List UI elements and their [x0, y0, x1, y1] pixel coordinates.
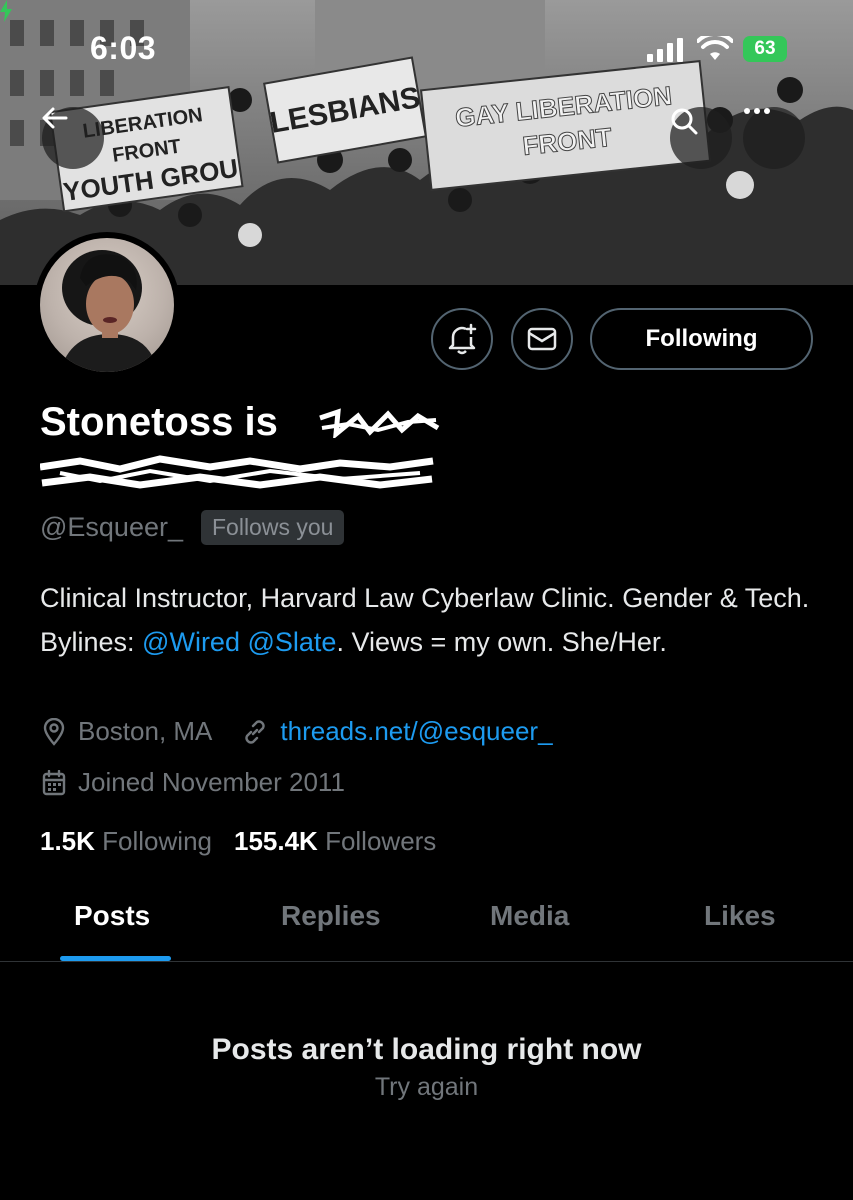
more-options-button[interactable]	[743, 107, 805, 169]
feed-error-title: Posts aren’t loading right now	[211, 1033, 642, 1066]
wifi-icon	[697, 36, 733, 60]
notifications-button[interactable]	[431, 308, 493, 370]
handle-row: @Esqueer_ Follows you	[40, 510, 345, 545]
search-button[interactable]	[670, 107, 732, 169]
redacted-name-scribble	[319, 408, 440, 438]
link-icon	[242, 719, 268, 745]
avatar-photo	[40, 238, 174, 372]
mention-wired-link[interactable]: @Wired	[142, 627, 240, 657]
tab-likes[interactable]: Likes	[704, 900, 776, 932]
tab-replies[interactable]: Replies	[281, 900, 381, 932]
location-text: Boston, MA	[78, 716, 213, 746]
status-time: 6:03	[90, 30, 157, 66]
follow-stats: 1.5K Following 155.4K Followers	[40, 826, 436, 857]
arrow-left-icon	[42, 107, 68, 129]
tab-posts[interactable]: Posts	[74, 900, 150, 932]
try-again-button[interactable]: Try again	[0, 1073, 853, 1102]
avatar[interactable]	[34, 232, 180, 378]
bell-plus-icon	[448, 323, 477, 355]
location-pin-icon	[42, 717, 66, 746]
profile-meta-row: Boston, MA threads.net/@esqueer_	[42, 716, 553, 747]
more-horizontal-icon	[744, 108, 770, 114]
battery-indicator: 63	[743, 36, 787, 62]
followers-label: Followers	[325, 826, 437, 856]
cellular-signal-icon	[647, 38, 683, 62]
following-stat[interactable]: 1.5K Following	[40, 826, 212, 857]
followers-stat[interactable]: 155.4K Followers	[234, 826, 436, 857]
message-button[interactable]	[511, 308, 573, 370]
profile-tabs: Posts Replies Media Likes	[0, 890, 853, 962]
following-label: Following	[102, 826, 212, 856]
bio-text-end: . Views = my own. She/Her.	[336, 627, 667, 657]
joined-date: Joined November 2011	[78, 767, 345, 797]
website-link[interactable]: threads.net/@esqueer_	[280, 716, 552, 747]
active-tab-indicator	[60, 956, 171, 961]
mention-slate-link[interactable]: @Slate	[247, 627, 336, 657]
display-name: Stonetoss is	[40, 400, 278, 444]
following-count: 1.5K	[40, 826, 95, 856]
search-icon	[671, 108, 698, 135]
profile-bio: Clinical Instructor, Harvard Law Cyberla…	[40, 576, 820, 664]
joined-row: Joined November 2011	[42, 767, 345, 798]
back-button[interactable]	[42, 107, 104, 169]
follows-you-badge: Follows you	[201, 510, 345, 545]
charging-icon	[0, 0, 12, 22]
followers-count: 155.4K	[233, 826, 318, 856]
following-button[interactable]: Following	[590, 308, 813, 370]
envelope-icon	[527, 327, 557, 351]
username-handle: @Esqueer_	[40, 512, 183, 542]
redacted-name-scribble-line-2	[40, 455, 434, 489]
tab-media[interactable]: Media	[490, 900, 569, 932]
calendar-icon	[42, 769, 66, 796]
